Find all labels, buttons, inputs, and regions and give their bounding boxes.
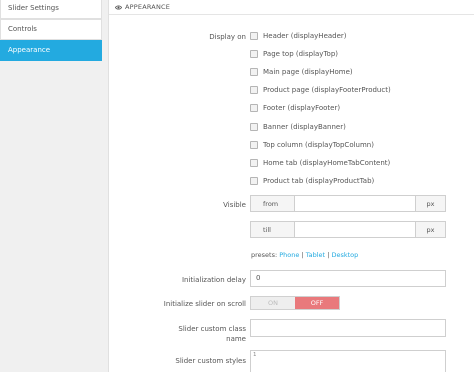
checkbox-box[interactable] bbox=[250, 32, 258, 40]
checkbox-display-header[interactable]: Header (displayHeader) bbox=[250, 32, 347, 40]
presets-line: presets: Phone | Tablet | Desktop bbox=[251, 251, 358, 259]
checkbox-box[interactable] bbox=[250, 177, 258, 185]
checkbox-display-top-column[interactable]: Top column (displayTopColumn) bbox=[250, 141, 374, 149]
custom-class-label-line2: name bbox=[226, 335, 246, 343]
checkbox-box[interactable] bbox=[250, 50, 258, 58]
visible-from-input[interactable] bbox=[295, 196, 415, 211]
visible-till-group: till px bbox=[250, 221, 446, 238]
eye-icon bbox=[115, 4, 122, 10]
init-delay-label: Initialization delay bbox=[181, 276, 246, 284]
visible-label: Visible bbox=[223, 201, 246, 209]
checkbox-display-top[interactable]: Page top (displayTop) bbox=[250, 50, 338, 58]
preset-separator: | bbox=[327, 251, 330, 259]
presets-label: presets: bbox=[251, 251, 278, 259]
preset-phone-link[interactable]: Phone bbox=[279, 251, 299, 259]
toggle-off-option[interactable]: OFF bbox=[295, 297, 339, 309]
preset-desktop-link[interactable]: Desktop bbox=[331, 251, 358, 259]
preset-separator: | bbox=[301, 251, 304, 259]
display-on-label: Display on bbox=[209, 33, 246, 41]
checkbox-display-home-tab-content[interactable]: Home tab (displayHomeTabContent) bbox=[250, 159, 390, 167]
checkbox-display-banner[interactable]: Banner (displayBanner) bbox=[250, 123, 346, 131]
sidebar-item-controls[interactable]: Controls bbox=[0, 19, 102, 40]
line-number: 1 bbox=[253, 352, 257, 358]
sidebar-item-slider-settings[interactable]: Slider Settings bbox=[0, 0, 102, 19]
checkbox-display-footer-product[interactable]: Product page (displayFooterProduct) bbox=[250, 86, 391, 94]
checkbox-box[interactable] bbox=[250, 104, 258, 112]
appearance-panel: APPEARANCE Display on Header (displayHea… bbox=[108, 0, 474, 372]
custom-styles-editor[interactable]: 1 bbox=[250, 350, 446, 372]
checkbox-box[interactable] bbox=[250, 159, 258, 167]
px-addon: px bbox=[415, 222, 445, 237]
sidebar-item-appearance[interactable]: Appearance bbox=[0, 40, 102, 61]
init-on-scroll-label: Initialize slider on scroll bbox=[163, 300, 246, 308]
checkbox-box[interactable] bbox=[250, 141, 258, 149]
checkbox-display-product-tab[interactable]: Product tab (displayProductTab) bbox=[250, 177, 374, 185]
custom-class-label-line1: Slider custom class bbox=[178, 325, 246, 333]
visible-till-input[interactable] bbox=[295, 222, 415, 237]
panel-header: APPEARANCE bbox=[109, 0, 474, 15]
checkbox-label: Main page (displayHome) bbox=[263, 68, 353, 76]
toggle-on-option[interactable]: ON bbox=[251, 297, 295, 309]
from-addon: from bbox=[251, 196, 295, 211]
px-addon: px bbox=[415, 196, 445, 211]
checkbox-label: Product page (displayFooterProduct) bbox=[263, 86, 391, 94]
custom-class-input[interactable] bbox=[250, 319, 446, 337]
checkbox-label: Footer (displayFooter) bbox=[263, 104, 341, 112]
checkbox-display-home[interactable]: Main page (displayHome) bbox=[250, 68, 353, 76]
checkbox-display-footer[interactable]: Footer (displayFooter) bbox=[250, 104, 340, 112]
checkbox-label: Header (displayHeader) bbox=[263, 32, 347, 40]
till-addon: till bbox=[251, 222, 295, 237]
preset-tablet-link[interactable]: Tablet bbox=[306, 251, 325, 259]
checkbox-label: Product tab (displayProductTab) bbox=[263, 177, 375, 185]
sidebar-nav: Slider Settings Controls Appearance bbox=[0, 0, 104, 372]
checkbox-label: Home tab (displayHomeTabContent) bbox=[263, 159, 391, 167]
panel-title: APPEARANCE bbox=[125, 2, 171, 11]
sidebar-item-label: Controls bbox=[8, 25, 37, 33]
custom-class-label: Slider custom class name bbox=[109, 324, 246, 344]
checkbox-box[interactable] bbox=[250, 123, 258, 131]
checkbox-box[interactable] bbox=[250, 68, 258, 76]
init-on-scroll-toggle[interactable]: ON OFF bbox=[250, 296, 340, 310]
sidebar-item-label: Slider Settings bbox=[8, 4, 59, 12]
checkbox-label: Top column (displayTopColumn) bbox=[263, 141, 374, 149]
checkbox-label: Banner (displayBanner) bbox=[263, 123, 346, 131]
visible-from-group: from px bbox=[250, 195, 446, 212]
init-delay-input[interactable]: 0 bbox=[250, 270, 446, 287]
sidebar-item-label: Appearance bbox=[8, 46, 51, 54]
checkbox-box[interactable] bbox=[250, 86, 258, 94]
custom-styles-label: Slider custom styles bbox=[175, 357, 246, 365]
checkbox-label: Page top (displayTop) bbox=[263, 50, 338, 58]
